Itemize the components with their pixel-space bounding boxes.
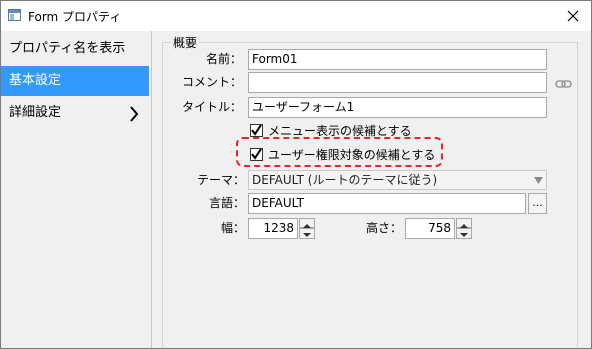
width-stepper[interactable] [299, 218, 315, 239]
name-input[interactable]: Form01 [248, 49, 547, 70]
sidebar-item-label: 基本設定 [9, 73, 62, 88]
arrow-down-icon [303, 233, 311, 237]
sidebar-item-label: プロパティ名を表示 [9, 41, 126, 56]
sidebar: プロパティ名を表示 基本設定 詳細設定 [1, 31, 152, 348]
width-decrement-button[interactable] [299, 228, 315, 239]
checkbox-box [250, 124, 263, 137]
name-label: 名前： [205, 52, 242, 66]
height-increment-button[interactable] [456, 218, 472, 228]
language-browse-button[interactable]: ... [528, 193, 547, 214]
checkmark-icon [251, 148, 262, 160]
link-icon[interactable] [555, 78, 573, 90]
user-permission-label: ユーザー権限対象の候補とする [268, 148, 436, 162]
language-label: 言語： [208, 196, 245, 210]
width-input[interactable]: 1238 [248, 218, 298, 239]
comment-input[interactable] [248, 72, 547, 93]
checkmark-icon [251, 124, 262, 136]
chevron-right-icon [130, 106, 139, 122]
checkbox-box [250, 148, 263, 161]
title-input[interactable]: ユーザーフォーム1 [248, 97, 547, 118]
theme-select[interactable]: DEFAULT (ルートのテーマに従う) [248, 170, 547, 190]
theme-value: DEFAULT (ルートのテーマに従う) [252, 173, 438, 187]
close-button[interactable] [561, 4, 585, 28]
height-label: 高さ： [365, 221, 402, 235]
form-window-icon [8, 9, 21, 21]
properties-dialog: Form プロパティ プロパティ名を表示 基本設定 詳細設定 概要 名前： Fo… [0, 0, 592, 349]
close-icon [567, 10, 579, 22]
width-increment-button[interactable] [299, 218, 315, 228]
sidebar-item-advanced-settings[interactable]: 詳細設定 [1, 98, 149, 128]
height-decrement-button[interactable] [456, 228, 472, 239]
height-stepper[interactable] [456, 218, 472, 239]
settings-panel: 概要 名前： Form01 コメント： タイトル： ユーザーフォーム1 メニュー… [152, 31, 591, 348]
sidebar-item-label: 詳細設定 [9, 105, 62, 120]
title-bar: Form プロパティ [1, 1, 591, 31]
dropdown-arrow-icon [534, 177, 543, 184]
sidebar-item-show-property-names[interactable]: プロパティ名を表示 [1, 34, 149, 64]
arrow-down-icon [460, 233, 468, 237]
theme-label: テーマ： [196, 173, 245, 187]
language-input[interactable]: DEFAULT [248, 193, 526, 214]
window-title: Form プロパティ [28, 10, 122, 24]
height-input[interactable]: 758 [405, 218, 455, 239]
sidebar-item-basic-settings[interactable]: 基本設定 [1, 66, 149, 96]
comment-label: コメント： [181, 75, 242, 89]
title-label: タイトル： [181, 100, 242, 114]
width-label: 幅： [220, 221, 245, 235]
